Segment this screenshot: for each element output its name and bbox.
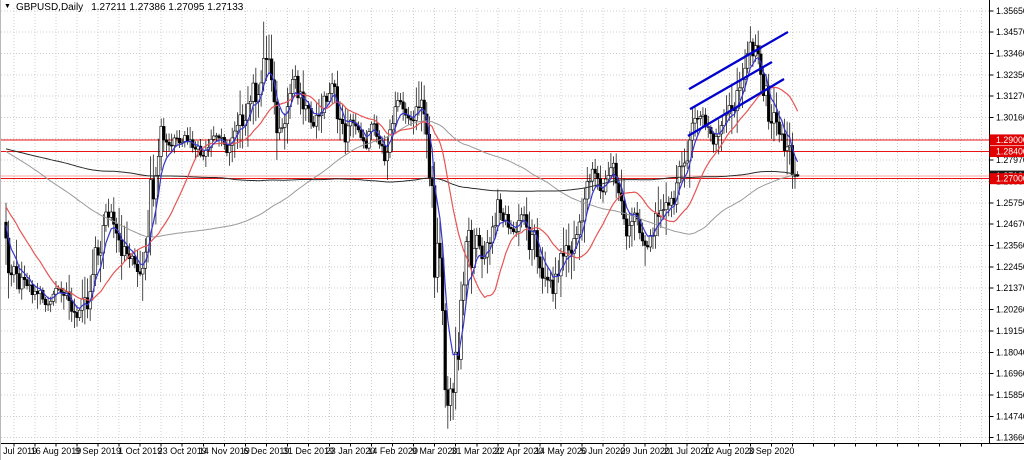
svg-text:1.21370: 1.21370 [996, 283, 1024, 293]
svg-text:14 May 2020: 14 May 2020 [535, 446, 587, 456]
svg-text:1.28400: 1.28400 [996, 147, 1024, 157]
svg-text:16 Aug 2019: 16 Aug 2019 [31, 446, 82, 456]
svg-text:1.20260: 1.20260 [996, 304, 1024, 314]
svg-text:1.13660: 1.13660 [996, 432, 1024, 442]
svg-text:1.27000: 1.27000 [996, 174, 1024, 184]
chart-legend: ▼ GBPUSD,Daily 1.27211 1.27386 1.27095 1… [4, 1, 243, 13]
candles [5, 22, 799, 429]
svg-text:1.23560: 1.23560 [996, 240, 1024, 250]
svg-text:1.29000: 1.29000 [996, 135, 1024, 145]
svg-text:5 Jun 2020: 5 Jun 2020 [581, 446, 626, 456]
ohlc-values: 1.27211 1.27386 1.27095 1.27133 [91, 2, 243, 13]
chart-window: 1.35650 1.34570 1.33460 1.32350 1.31270 1.301… [0, 0, 1024, 460]
svg-text:1.30160: 1.30160 [996, 112, 1024, 122]
svg-text:14 Nov 2019: 14 Nov 2019 [199, 446, 250, 456]
svg-text:3 Sep 2020: 3 Sep 2020 [748, 446, 794, 456]
svg-text:1.24670: 1.24670 [996, 219, 1024, 229]
svg-text:12 Aug 2020: 12 Aug 2020 [704, 446, 755, 456]
axes [1, 0, 1024, 444]
svg-text:14 Feb 2020: 14 Feb 2020 [367, 446, 418, 456]
svg-text:1.31270: 1.31270 [996, 91, 1024, 101]
svg-text:1.34570: 1.34570 [996, 27, 1024, 37]
svg-text:1 Oct 2019: 1 Oct 2019 [118, 446, 162, 456]
svg-text:29 Jun 2020: 29 Jun 2020 [620, 446, 670, 456]
svg-text:9 Sep 2019: 9 Sep 2019 [75, 446, 121, 456]
svg-text:1.22450: 1.22450 [996, 262, 1024, 272]
price-level-lines [1, 140, 990, 179]
svg-text:1.32350: 1.32350 [996, 70, 1024, 80]
price-chart[interactable]: 1.35650 1.34570 1.33460 1.32350 1.31270 1.301… [1, 0, 1024, 460]
svg-text:1.19150: 1.19150 [996, 326, 1024, 336]
trendline [690, 62, 772, 109]
svg-text:1.33460: 1.33460 [996, 48, 1024, 58]
symbol-dropdown-icon[interactable]: ▼ [4, 2, 11, 12]
svg-text:1.14740: 1.14740 [996, 411, 1024, 421]
svg-text:1.18040: 1.18040 [996, 347, 1024, 357]
symbol-period-label: GBPUSD,Daily [16, 2, 83, 13]
svg-text:1.35650: 1.35650 [996, 6, 1024, 16]
svg-text:1.25750: 1.25750 [996, 198, 1024, 208]
price-axis-labels: 1.35650 1.34570 1.33460 1.32350 1.31270 1.301… [990, 6, 1024, 442]
svg-text:1.16960: 1.16960 [996, 368, 1024, 378]
svg-text:1.15850: 1.15850 [996, 390, 1024, 400]
time-axis-labels: 25 Jul 201916 Aug 20199 Sep 20191 Oct 20… [1, 444, 982, 457]
